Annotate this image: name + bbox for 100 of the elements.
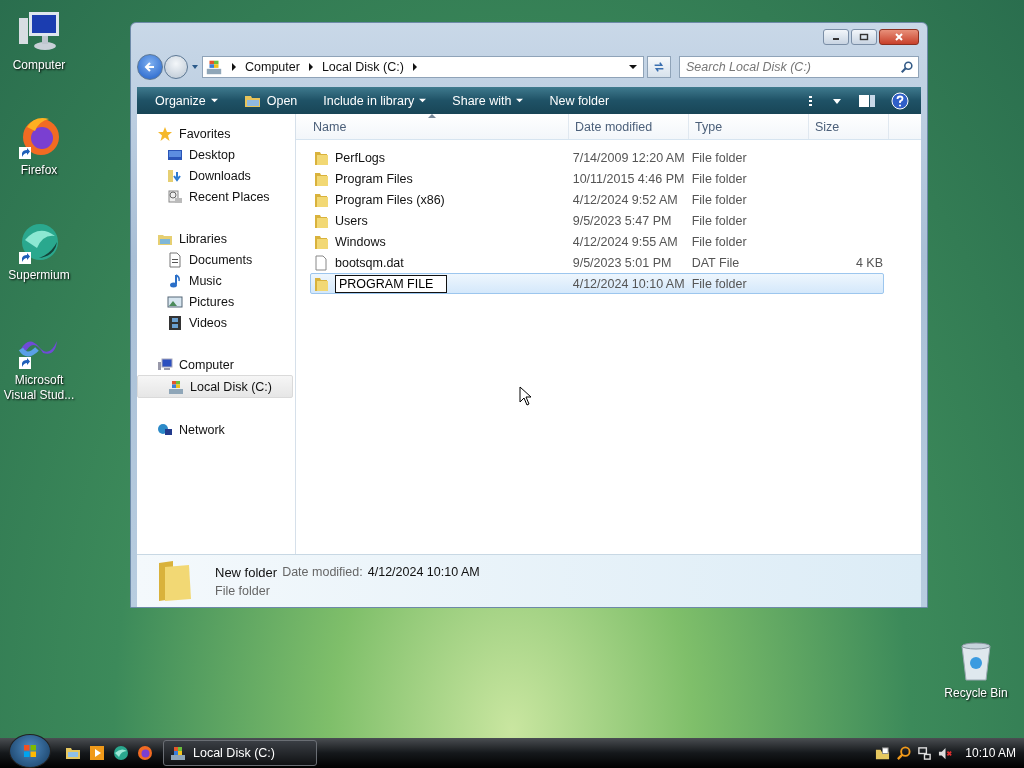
refresh-button[interactable]: [647, 56, 671, 78]
folder-icon: [313, 149, 329, 166]
caret-icon: [516, 97, 524, 104]
dropdown-arrow-icon[interactable]: [629, 63, 637, 71]
help-icon: [891, 91, 909, 110]
file-name: Windows: [335, 234, 386, 249]
chevron-right-icon[interactable]: [411, 63, 418, 71]
documents-icon: [167, 251, 183, 268]
file-name: Users: [335, 213, 368, 228]
column-header[interactable]: Size: [809, 114, 889, 139]
pictures-icon: [167, 293, 183, 310]
address-bar[interactable]: Computer Local Disk (C:): [202, 56, 644, 78]
file-row[interactable]: Windows 4/12/2024 9:55 AM File folder: [310, 231, 884, 252]
open-button[interactable]: Open: [235, 89, 306, 112]
nav-item[interactable]: Recent Places: [137, 186, 293, 207]
nav-item[interactable]: Network: [137, 419, 293, 440]
nav-item[interactable]: Pictures: [137, 291, 293, 312]
nav-item[interactable]: Computer: [137, 354, 293, 375]
toolbar-button[interactable]: Include in library: [315, 90, 435, 111]
folder-icon[interactable]: [65, 745, 81, 761]
search-field[interactable]: Search Local Disk (C:): [679, 56, 919, 78]
nav-item[interactable]: Libraries: [137, 228, 293, 249]
details-type: File folder: [215, 583, 271, 598]
breadcrumb[interactable]: Computer: [245, 60, 300, 74]
size-cell: 4 KB: [855, 255, 883, 270]
breadcrumb[interactable]: Local Disk (C:): [321, 60, 404, 74]
file-icon: [313, 254, 329, 271]
start-button[interactable]: [9, 734, 51, 768]
globe-icon[interactable]: [113, 745, 129, 761]
file-row[interactable]: PerfLogs 7/14/2009 12:20 AM File folder: [310, 147, 884, 168]
browser-icon[interactable]: [137, 745, 153, 761]
toolbar-button[interactable]: New folder: [541, 90, 618, 111]
back-button[interactable]: [137, 54, 163, 80]
recent-icon: [167, 188, 183, 205]
videos-icon: [167, 314, 183, 331]
caret-icon: [210, 97, 218, 104]
file-name: PerfLogs: [335, 150, 386, 165]
close-icon: [894, 32, 904, 42]
star-icon: [157, 125, 173, 142]
column-header[interactable]: Name: [296, 114, 569, 139]
desktop-icon-label: Recycle Bin: [943, 686, 1009, 701]
caret-icon: [419, 97, 427, 104]
computer-icon: [157, 356, 173, 373]
clock[interactable]: 10:10 AM: [965, 746, 1016, 760]
file-row[interactable]: Program Files (x86) 4/12/2024 9:52 AM File folder: [310, 189, 884, 210]
file-row[interactable]: Users 9/5/2023 5:47 PM File folder: [310, 210, 884, 231]
toolbar-button[interactable]: Share with: [444, 90, 532, 111]
chevron-right-icon[interactable]: [307, 63, 314, 71]
desktop-icon-label: Microsoft Visual Stud...: [2, 373, 76, 403]
nav-item[interactable]: Local Disk (C:): [137, 375, 293, 398]
rename-field[interactable]: PROGRAM FILE: [335, 274, 447, 293]
search-icon[interactable]: [900, 60, 914, 74]
network-icon[interactable]: [917, 745, 933, 761]
close-button[interactable]: [879, 29, 919, 45]
nav-item[interactable]: Videos: [137, 312, 293, 333]
refresh-icon: [652, 60, 666, 74]
type-cell: File folder: [691, 276, 747, 291]
nav-item[interactable]: Downloads: [137, 165, 293, 186]
file-row[interactable]: Program Files 10/11/2015 4:46 PM File folder: [310, 168, 884, 189]
media-player-icon[interactable]: [89, 745, 105, 761]
mouse-pointer-icon: [519, 386, 531, 406]
chevron-right-icon[interactable]: [231, 63, 237, 71]
minimize-button[interactable]: [823, 29, 849, 45]
type-cell: File folder: [691, 192, 747, 207]
details-name: New folder: [215, 564, 278, 580]
windows-logo-icon: [22, 743, 38, 759]
date-cell: 9/5/2023 5:47 PM: [572, 213, 672, 228]
column-header[interactable]: Type: [689, 114, 809, 139]
search-icon[interactable]: [896, 745, 912, 761]
nav-item[interactable]: Favorites: [137, 123, 293, 144]
details-value: 4/12/2024 10:10 AM: [367, 564, 480, 580]
date-cell: 9/5/2023 5:01 PM: [572, 255, 672, 270]
file-name: Program Files: [335, 171, 413, 186]
folder-icon[interactable]: [875, 745, 891, 761]
drive-icon: [170, 745, 186, 761]
folder-icon: [313, 191, 329, 208]
date-cell: 4/12/2024 9:55 AM: [572, 234, 678, 249]
nav-item[interactable]: Music: [137, 270, 293, 291]
network-icon: [157, 421, 173, 438]
toolbar-button[interactable]: Organize: [147, 90, 226, 111]
file-row[interactable]: bootsqm.dat 9/5/2023 5:01 PM DAT File 4 KB: [310, 252, 884, 273]
column-header[interactable]: Date modified: [569, 114, 689, 139]
details-label: Date modified:: [282, 564, 363, 580]
taskbar-button[interactable]: Local Disk (C:): [163, 740, 317, 766]
nav-item[interactable]: Desktop: [137, 144, 293, 165]
drive-icon: [205, 58, 223, 76]
forward-button[interactable]: [164, 55, 188, 79]
maximize-icon: [859, 32, 869, 42]
speaker-muted-icon[interactable]: [938, 745, 954, 761]
music-icon: [167, 272, 183, 289]
maximize-button[interactable]: [851, 29, 877, 45]
type-cell: File folder: [691, 171, 747, 186]
type-cell: File folder: [691, 234, 747, 249]
views-icon: [809, 94, 843, 107]
date-cell: 10/11/2015 4:46 PM: [572, 171, 685, 186]
file-row[interactable]: PROGRAM FILE 4/12/2024 10:10 AM File folder: [310, 273, 884, 294]
desktop-icon-label: Supermium: [7, 268, 71, 283]
date-cell: 4/12/2024 9:52 AM: [572, 192, 678, 207]
folder-icon: [313, 170, 329, 187]
nav-item[interactable]: Documents: [137, 249, 293, 270]
